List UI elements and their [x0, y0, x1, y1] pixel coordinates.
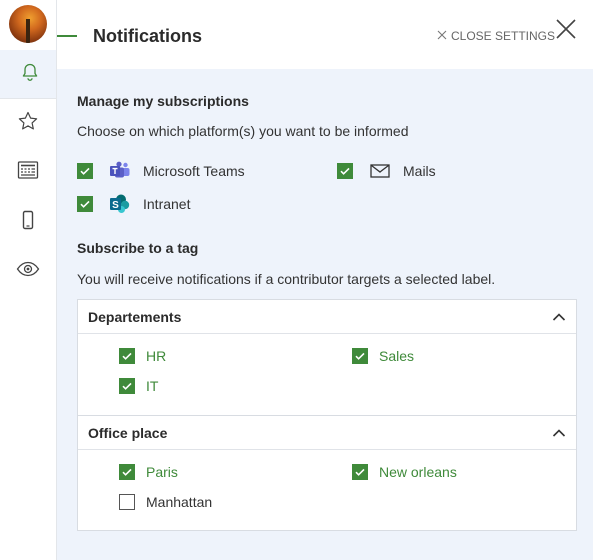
page-title: Notifications	[93, 26, 203, 46]
platform-option-mails[interactable]: Mails	[337, 161, 436, 181]
checkbox-checked[interactable]	[77, 163, 93, 179]
tag-label: HR	[146, 348, 167, 364]
tag-option-hr[interactable]: HR	[119, 347, 166, 365]
platform-label: Mails	[403, 163, 436, 179]
chevron-up-icon[interactable]	[552, 310, 566, 324]
bell-icon	[20, 62, 40, 87]
tag-option-it[interactable]: IT	[119, 377, 158, 395]
close-settings-link[interactable]: CLOSE SETTINGS	[437, 29, 555, 43]
tag-group-departements: Departements HR Sales IT	[77, 299, 577, 416]
close-icon	[437, 29, 447, 43]
tag-group-header[interactable]: Departements	[78, 300, 576, 334]
chevron-up-icon[interactable]	[552, 426, 566, 440]
tags-heading: Subscribe to a tag	[77, 240, 199, 256]
platform-option-intranet[interactable]: S Intranet	[77, 194, 190, 214]
close-button[interactable]	[554, 17, 578, 41]
checkbox-unchecked[interactable]	[119, 494, 135, 510]
tag-option-new-orleans[interactable]: New orleans	[352, 463, 457, 481]
checkbox-checked[interactable]	[119, 378, 135, 394]
rail-item-favorites[interactable]	[0, 99, 56, 147]
rail-item-mobile[interactable]	[0, 198, 56, 246]
settings-header: Notifications CLOSE SETTINGS	[57, 0, 593, 69]
tag-label: Manhattan	[146, 494, 213, 510]
tag-label: Sales	[379, 348, 415, 364]
tag-label: New orleans	[379, 464, 457, 480]
tag-label: Paris	[146, 464, 178, 480]
checkbox-checked[interactable]	[352, 464, 368, 480]
platform-label: Microsoft Teams	[143, 163, 245, 179]
tag-option-sales[interactable]: Sales	[352, 347, 414, 365]
rail-item-visibility[interactable]	[0, 247, 56, 295]
close-icon	[554, 19, 578, 45]
tag-group-office-place: Office place Paris New orleans Manhattan	[77, 415, 577, 531]
mail-icon	[369, 161, 391, 181]
sharepoint-icon: S	[109, 194, 131, 214]
star-icon	[17, 110, 39, 137]
checkbox-checked[interactable]	[119, 464, 135, 480]
checkbox-checked[interactable]	[337, 163, 353, 179]
tags-description: You will receive notifications if a cont…	[77, 271, 496, 287]
platform-label: Intranet	[143, 196, 191, 212]
close-settings-label: CLOSE SETTINGS	[451, 29, 556, 43]
tag-group-title: Office place	[88, 425, 168, 441]
mobile-icon	[21, 210, 35, 235]
news-icon	[17, 160, 39, 185]
platform-option-teams[interactable]: Microsoft Teams	[77, 161, 245, 181]
avatar[interactable]	[9, 5, 47, 43]
settings-panel: Manage my subscriptions Choose on which …	[57, 69, 593, 560]
title-accent-bar	[57, 35, 77, 37]
left-rail	[0, 0, 57, 560]
subscriptions-description: Choose on which platform(s) you want to …	[77, 123, 409, 139]
tag-group-header[interactable]: Office place	[78, 416, 576, 450]
svg-text:S: S	[112, 200, 119, 211]
tag-label: IT	[146, 378, 159, 394]
rail-item-notifications[interactable]	[0, 50, 56, 98]
tag-group-title: Departements	[88, 309, 182, 325]
tag-option-manhattan[interactable]: Manhattan	[119, 493, 212, 511]
rail-item-news[interactable]	[0, 148, 56, 196]
checkbox-checked[interactable]	[77, 196, 93, 212]
tag-option-paris[interactable]: Paris	[119, 463, 178, 481]
checkbox-checked[interactable]	[352, 348, 368, 364]
subscriptions-heading: Manage my subscriptions	[77, 93, 249, 109]
checkbox-checked[interactable]	[119, 348, 135, 364]
teams-icon	[109, 161, 131, 181]
eye-icon	[16, 260, 40, 283]
